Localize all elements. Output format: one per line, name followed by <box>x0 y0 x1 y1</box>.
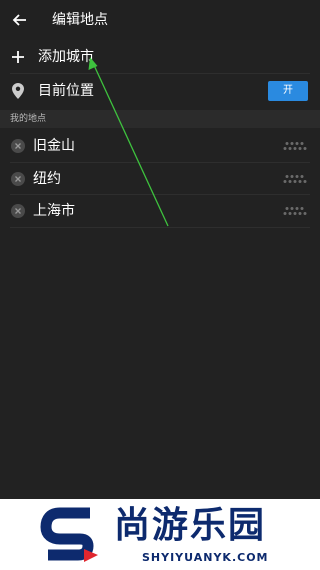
drag-handle-icon[interactable] <box>282 206 308 216</box>
remove-circle-icon[interactable] <box>11 171 25 186</box>
current-location-row: 目前位置 开 <box>0 74 320 108</box>
location-pin-icon <box>12 83 24 99</box>
current-location-label: 目前位置 <box>38 83 94 99</box>
drag-handle-icon[interactable] <box>282 141 308 151</box>
list-item: 纽约 <box>0 163 320 195</box>
place-name: 纽约 <box>33 170 61 187</box>
watermark-url: SHYIYUANYK.COM <box>142 551 269 564</box>
list-item: 上海市 <box>0 195 320 228</box>
plus-icon <box>12 51 24 63</box>
watermark-title: 尚游乐园 <box>114 505 267 546</box>
app-header: 编辑地点 <box>0 0 320 40</box>
place-name: 上海市 <box>33 203 75 219</box>
arrow-left-icon[interactable] <box>10 10 30 30</box>
drag-handle-icon[interactable] <box>282 174 308 184</box>
list-item: 旧金山 <box>0 130 320 163</box>
divider <box>10 226 310 228</box>
remove-circle-icon[interactable] <box>11 139 25 153</box>
places-list: 旧金山 纽约 上海市 <box>0 130 320 228</box>
remove-circle-icon[interactable] <box>11 204 25 218</box>
add-city-button[interactable]: 添加城市 <box>0 40 320 74</box>
current-location-toggle[interactable]: 开 <box>268 81 308 101</box>
section-header: 我的地点 <box>0 110 320 128</box>
place-name: 旧金山 <box>33 138 75 154</box>
brand-logo-icon <box>40 507 98 562</box>
page-title: 编辑地点 <box>52 12 108 28</box>
watermark-banner: 尚游乐园 SHYIYUANYK.COM <box>0 499 320 570</box>
add-city-label: 添加城市 <box>38 49 94 65</box>
section-title: 我的地点 <box>10 114 47 124</box>
